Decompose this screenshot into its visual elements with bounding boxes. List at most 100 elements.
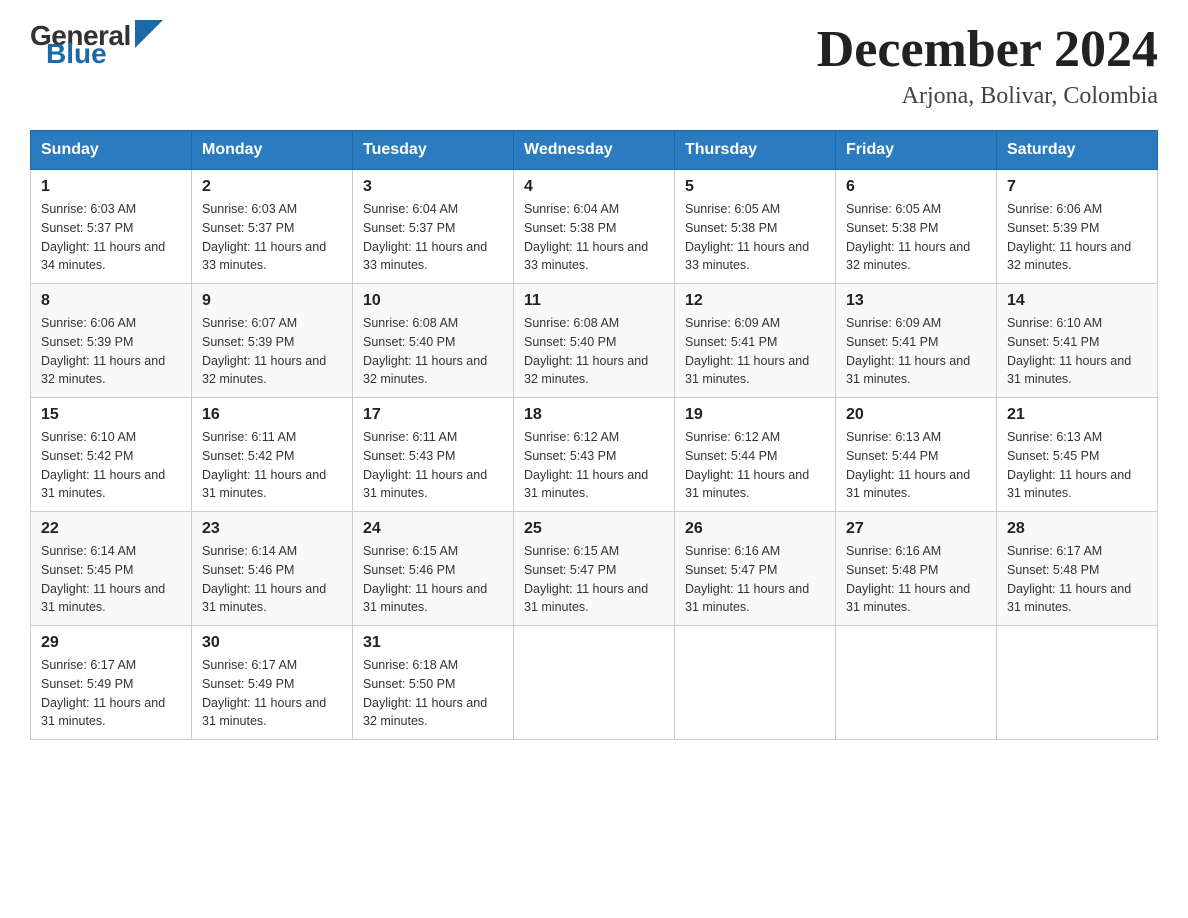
calendar-cell: 27Sunrise: 6:16 AMSunset: 5:48 PMDayligh… xyxy=(836,512,997,626)
day-number: 15 xyxy=(41,406,181,424)
day-number: 10 xyxy=(363,292,503,310)
calendar-cell: 21Sunrise: 6:13 AMSunset: 5:45 PMDayligh… xyxy=(997,398,1158,512)
calendar-cell: 30 Sunrise: 6:17 AMSunset: 5:49 PMDayligh… xyxy=(192,626,353,740)
calendar-cell: 3Sunrise: 6:04 AMSunset: 5:37 PMDaylight… xyxy=(353,170,514,284)
day-number: 2 xyxy=(202,178,342,196)
day-number: 19 xyxy=(685,406,825,424)
day-info: Sunrise: 6:06 AMSunset: 5:39 PMDaylight:… xyxy=(1007,200,1147,275)
logo: General Blue xyxy=(30,20,163,70)
day-number: 4 xyxy=(524,178,664,196)
calendar-cell xyxy=(836,626,997,740)
logo-blue-text: Blue xyxy=(46,38,107,70)
day-number: 25 xyxy=(524,520,664,538)
calendar-cell: 12 Sunrise: 6:09 AMSunset: 5:41 PMDayligh… xyxy=(675,284,836,398)
calendar-week-row: 22 Sunrise: 6:14 AMSunset: 5:45 PMDayligh… xyxy=(31,512,1158,626)
page-header: General Blue December 2024 Arjona, Boliv… xyxy=(30,20,1158,110)
calendar-cell: 23 Sunrise: 6:14 AMSunset: 5:46 PMDayligh… xyxy=(192,512,353,626)
location-title: Arjona, Bolivar, Colombia xyxy=(817,83,1158,110)
calendar-cell: 2 Sunrise: 6:03 AMSunset: 5:37 PMDaylight… xyxy=(192,170,353,284)
day-info: Sunrise: 6:17 AMSunset: 5:48 PMDaylight:… xyxy=(1007,542,1147,617)
calendar-cell: 1Sunrise: 6:03 AMSunset: 5:37 PMDaylight… xyxy=(31,170,192,284)
calendar-cell: 20Sunrise: 6:13 AMSunset: 5:44 PMDayligh… xyxy=(836,398,997,512)
calendar-cell: 6 Sunrise: 6:05 AMSunset: 5:38 PMDaylight… xyxy=(836,170,997,284)
day-info: Sunrise: 6:06 AMSunset: 5:39 PMDaylight:… xyxy=(41,314,181,389)
day-info: Sunrise: 6:11 AMSunset: 5:43 PMDaylight:… xyxy=(363,428,503,503)
day-info: Sunrise: 6:03 AMSunset: 5:37 PMDaylight:… xyxy=(41,200,181,275)
day-number: 14 xyxy=(1007,292,1147,310)
calendar-cell xyxy=(675,626,836,740)
day-info: Sunrise: 6:12 AMSunset: 5:44 PMDaylight:… xyxy=(685,428,825,503)
calendar-week-row: 1Sunrise: 6:03 AMSunset: 5:37 PMDaylight… xyxy=(31,170,1158,284)
day-info: Sunrise: 6:14 AMSunset: 5:46 PMDaylight:… xyxy=(202,542,342,617)
calendar-cell: 19 Sunrise: 6:12 AMSunset: 5:44 PMDayligh… xyxy=(675,398,836,512)
title-block: December 2024 Arjona, Bolivar, Colombia xyxy=(817,20,1158,110)
calendar-cell: 10 Sunrise: 6:08 AMSunset: 5:40 PMDayligh… xyxy=(353,284,514,398)
day-info: Sunrise: 6:04 AMSunset: 5:38 PMDaylight:… xyxy=(524,200,664,275)
day-number: 29 xyxy=(41,634,181,652)
calendar-cell: 16 Sunrise: 6:11 AMSunset: 5:42 PMDayligh… xyxy=(192,398,353,512)
day-info: Sunrise: 6:07 AMSunset: 5:39 PMDaylight:… xyxy=(202,314,342,389)
day-number: 11 xyxy=(524,292,664,310)
day-info: Sunrise: 6:15 AMSunset: 5:46 PMDaylight:… xyxy=(363,542,503,617)
calendar-cell: 31 Sunrise: 6:18 AMSunset: 5:50 PMDayligh… xyxy=(353,626,514,740)
calendar-cell: 4 Sunrise: 6:04 AMSunset: 5:38 PMDaylight… xyxy=(514,170,675,284)
calendar-cell: 9 Sunrise: 6:07 AMSunset: 5:39 PMDaylight… xyxy=(192,284,353,398)
weekday-header-monday: Monday xyxy=(192,131,353,170)
day-info: Sunrise: 6:03 AMSunset: 5:37 PMDaylight:… xyxy=(202,200,342,275)
calendar-cell: 29 Sunrise: 6:17 AMSunset: 5:49 PMDayligh… xyxy=(31,626,192,740)
day-info: Sunrise: 6:08 AMSunset: 5:40 PMDaylight:… xyxy=(363,314,503,389)
day-number: 8 xyxy=(41,292,181,310)
day-number: 9 xyxy=(202,292,342,310)
day-number: 12 xyxy=(685,292,825,310)
day-info: Sunrise: 6:18 AMSunset: 5:50 PMDaylight:… xyxy=(363,656,503,731)
day-info: Sunrise: 6:17 AMSunset: 5:49 PMDaylight:… xyxy=(202,656,342,731)
day-info: Sunrise: 6:14 AMSunset: 5:45 PMDaylight:… xyxy=(41,542,181,617)
day-number: 30 xyxy=(202,634,342,652)
weekday-header-thursday: Thursday xyxy=(675,131,836,170)
day-info: Sunrise: 6:10 AMSunset: 5:42 PMDaylight:… xyxy=(41,428,181,503)
calendar-week-row: 8 Sunrise: 6:06 AMSunset: 5:39 PMDaylight… xyxy=(31,284,1158,398)
calendar-cell: 22 Sunrise: 6:14 AMSunset: 5:45 PMDayligh… xyxy=(31,512,192,626)
day-number: 6 xyxy=(846,178,986,196)
day-number: 31 xyxy=(363,634,503,652)
day-number: 7 xyxy=(1007,178,1147,196)
day-number: 24 xyxy=(363,520,503,538)
weekday-header-row: SundayMondayTuesdayWednesdayThursdayFrid… xyxy=(31,131,1158,170)
calendar-cell: 17 Sunrise: 6:11 AMSunset: 5:43 PMDayligh… xyxy=(353,398,514,512)
calendar-cell: 14Sunrise: 6:10 AMSunset: 5:41 PMDayligh… xyxy=(997,284,1158,398)
day-number: 27 xyxy=(846,520,986,538)
day-number: 26 xyxy=(685,520,825,538)
day-info: Sunrise: 6:09 AMSunset: 5:41 PMDaylight:… xyxy=(685,314,825,389)
calendar-cell: 13Sunrise: 6:09 AMSunset: 5:41 PMDayligh… xyxy=(836,284,997,398)
weekday-header-tuesday: Tuesday xyxy=(353,131,514,170)
calendar-cell: 8 Sunrise: 6:06 AMSunset: 5:39 PMDaylight… xyxy=(31,284,192,398)
day-info: Sunrise: 6:05 AMSunset: 5:38 PMDaylight:… xyxy=(846,200,986,275)
calendar-cell: 5 Sunrise: 6:05 AMSunset: 5:38 PMDaylight… xyxy=(675,170,836,284)
day-number: 22 xyxy=(41,520,181,538)
day-info: Sunrise: 6:05 AMSunset: 5:38 PMDaylight:… xyxy=(685,200,825,275)
calendar-table: SundayMondayTuesdayWednesdayThursdayFrid… xyxy=(30,130,1158,740)
day-number: 23 xyxy=(202,520,342,538)
day-info: Sunrise: 6:13 AMSunset: 5:44 PMDaylight:… xyxy=(846,428,986,503)
day-info: Sunrise: 6:11 AMSunset: 5:42 PMDaylight:… xyxy=(202,428,342,503)
calendar-cell xyxy=(514,626,675,740)
calendar-cell xyxy=(997,626,1158,740)
day-number: 21 xyxy=(1007,406,1147,424)
calendar-cell: 7 Sunrise: 6:06 AMSunset: 5:39 PMDaylight… xyxy=(997,170,1158,284)
day-info: Sunrise: 6:12 AMSunset: 5:43 PMDaylight:… xyxy=(524,428,664,503)
weekday-header-saturday: Saturday xyxy=(997,131,1158,170)
month-title: December 2024 xyxy=(817,20,1158,79)
day-number: 16 xyxy=(202,406,342,424)
day-number: 5 xyxy=(685,178,825,196)
calendar-week-row: 15 Sunrise: 6:10 AMSunset: 5:42 PMDayligh… xyxy=(31,398,1158,512)
day-number: 13 xyxy=(846,292,986,310)
day-info: Sunrise: 6:15 AMSunset: 5:47 PMDaylight:… xyxy=(524,542,664,617)
day-info: Sunrise: 6:04 AMSunset: 5:37 PMDaylight:… xyxy=(363,200,503,275)
day-number: 17 xyxy=(363,406,503,424)
calendar-cell: 15 Sunrise: 6:10 AMSunset: 5:42 PMDayligh… xyxy=(31,398,192,512)
calendar-cell: 28Sunrise: 6:17 AMSunset: 5:48 PMDayligh… xyxy=(997,512,1158,626)
day-info: Sunrise: 6:08 AMSunset: 5:40 PMDaylight:… xyxy=(524,314,664,389)
day-info: Sunrise: 6:16 AMSunset: 5:47 PMDaylight:… xyxy=(685,542,825,617)
day-info: Sunrise: 6:17 AMSunset: 5:49 PMDaylight:… xyxy=(41,656,181,731)
calendar-cell: 24 Sunrise: 6:15 AMSunset: 5:46 PMDayligh… xyxy=(353,512,514,626)
